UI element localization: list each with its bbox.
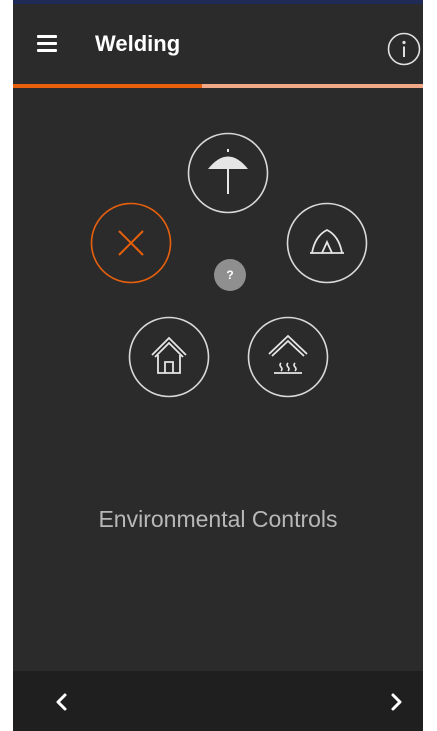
tent-option-button[interactable] [286,202,368,284]
app-bar: Welding [13,4,423,84]
heated-enclosure-option-button[interactable] [247,316,329,398]
step-progress-bar [13,84,423,88]
chevron-left-icon[interactable] [49,689,75,715]
chevron-right-icon[interactable] [383,689,409,715]
house-option-button[interactable] [128,316,210,398]
help-badge[interactable]: ? [214,259,246,291]
bottom-navigation-bar [13,671,423,731]
tent-icon [286,202,368,284]
step-progress-fill [13,84,202,88]
heated-house-icon [247,316,329,398]
no-control-option-button[interactable] [90,202,172,284]
umbrella-option-button[interactable] [187,132,269,214]
screen-caption: Environmental Controls [98,506,338,532]
page-title: Welding [95,31,181,56]
umbrella-icon [187,132,269,214]
info-icon[interactable] [387,32,421,66]
close-icon [90,202,172,284]
app-screen: Welding ? Environmental Controls [13,0,423,731]
house-icon [128,316,210,398]
hamburger-menu-icon[interactable] [37,35,57,53]
